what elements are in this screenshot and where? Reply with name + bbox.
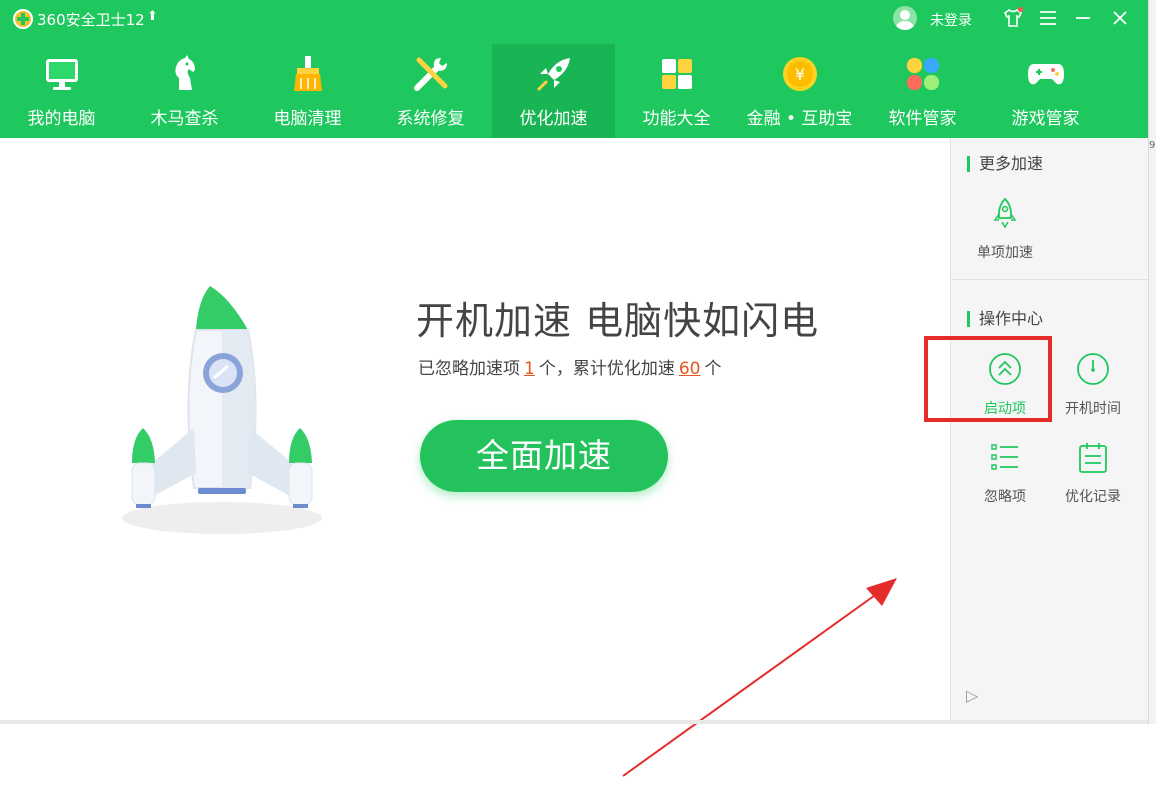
monitor-icon xyxy=(46,59,78,90)
rocket-illustration xyxy=(122,286,322,534)
nav-label: 金融 • 互助宝 xyxy=(746,109,853,129)
svg-text:¥: ¥ xyxy=(795,65,805,84)
boot-time-tool[interactable]: 开机时间 xyxy=(1053,352,1133,418)
bottom-edge xyxy=(0,720,1148,724)
edge-number: 9 xyxy=(1149,140,1156,151)
optimize-log-tool[interactable]: 优化记录 xyxy=(1053,440,1133,506)
app-logo-icon xyxy=(13,9,33,29)
horse-icon xyxy=(175,55,195,90)
rocket-outline-icon xyxy=(993,197,1017,229)
nav-cleanup[interactable]: 电脑清理 xyxy=(246,44,369,138)
minimize-icon[interactable] xyxy=(1068,4,1098,32)
ignored-count-link[interactable]: 1 xyxy=(520,359,539,379)
full-speedup-button[interactable]: 全面加速 xyxy=(420,420,668,492)
optimized-count-link[interactable]: 60 xyxy=(675,359,705,379)
wrench-icon xyxy=(414,57,448,91)
collapse-panel-icon[interactable]: ▷ xyxy=(966,686,978,705)
summary-middle: 个，累计优化加速 xyxy=(538,359,675,379)
nav-label: 优化加速 xyxy=(519,109,588,129)
nav-game-manager[interactable]: 游戏管家 xyxy=(984,44,1107,138)
nav-label: 游戏管家 xyxy=(1011,109,1080,129)
nav-label: 软件管家 xyxy=(888,109,957,129)
menu-icon[interactable] xyxy=(1033,4,1063,32)
nav-label: 系统修复 xyxy=(396,109,465,129)
app-title: 360安全卫士12 xyxy=(37,11,145,29)
grid-icon xyxy=(662,59,692,89)
more-speedup-title: 更多加速 xyxy=(967,156,1043,172)
tool-label: 忽略项 xyxy=(984,489,1026,505)
summary-prefix: 已忽略加速项 xyxy=(418,359,520,379)
title-bar: 360安全卫士12 ⬆ 未登录 xyxy=(0,0,1148,36)
summary-suffix: 个 xyxy=(704,359,722,379)
right-panel: 更多加速 单项加速 操作中心 启动项 开机时间 忽略项 优化记录 ▷ xyxy=(924,138,1149,720)
gamepad-icon xyxy=(1028,64,1064,85)
nav-trojan-scan[interactable]: 木马查杀 xyxy=(123,44,246,138)
login-status[interactable]: 未登录 xyxy=(930,10,972,30)
shirt-icon[interactable] xyxy=(998,4,1028,32)
nav-software-manager[interactable]: 软件管家 xyxy=(861,44,984,138)
calendar-icon xyxy=(1079,443,1107,473)
nav-my-computer[interactable]: 我的电脑 xyxy=(0,44,123,138)
nav-label: 木马查杀 xyxy=(150,109,219,129)
nav-optimize-speedup[interactable]: 优化加速 xyxy=(492,44,615,138)
flower-icon xyxy=(907,58,939,90)
coin-icon: ¥ xyxy=(783,57,817,91)
panel-divider xyxy=(951,279,1149,280)
nav-label: 电脑清理 xyxy=(273,109,342,129)
nav-system-repair[interactable]: 系统修复 xyxy=(369,44,492,138)
tool-label: 单项加速 xyxy=(977,245,1033,261)
clock-icon xyxy=(1077,353,1109,385)
single-speedup-tool[interactable]: 单项加速 xyxy=(965,196,1045,262)
speedup-summary: 已忽略加速项 1 个，累计优化加速 60 个 xyxy=(418,354,721,379)
avatar[interactable] xyxy=(893,6,917,30)
tool-label: 优化记录 xyxy=(1065,489,1121,505)
nav-all-features[interactable]: 功能大全 xyxy=(615,44,738,138)
notification-dot xyxy=(1018,7,1023,12)
double-chevron-up-icon xyxy=(989,353,1021,385)
main-nav: 我的电脑 木马查杀 电脑清理 系统修复 优化加速 功能大全 ¥ 金融 • 互助宝… xyxy=(0,44,1148,138)
tool-label: 启动项 xyxy=(984,401,1026,417)
nav-label: 我的电脑 xyxy=(27,109,96,129)
header: 360安全卫士12 ⬆ 未登录 我的电脑 木马查杀 电脑清理 系统修复 优化加速… xyxy=(0,0,1148,138)
app-window: 360安全卫士12 ⬆ 未登录 我的电脑 木马查杀 电脑清理 系统修复 优化加速… xyxy=(0,0,1149,777)
nav-label: 功能大全 xyxy=(642,109,711,129)
broom-icon xyxy=(294,56,322,91)
page-headline: 开机加速 电脑快如闪电 xyxy=(416,299,820,343)
close-icon[interactable] xyxy=(1105,4,1135,32)
annotation-arrow xyxy=(622,578,897,777)
rocket-icon xyxy=(537,58,570,91)
list-icon xyxy=(991,444,1018,470)
background-window-edge: 9 xyxy=(1148,0,1156,724)
arrow-up-icon[interactable]: ⬆ xyxy=(147,9,158,24)
ops-center-title: 操作中心 xyxy=(967,311,1043,327)
tool-label: 开机时间 xyxy=(1065,401,1121,417)
nav-finance[interactable]: ¥ 金融 • 互助宝 xyxy=(738,44,861,138)
main-content: 开机加速 电脑快如闪电 已忽略加速项 1 个，累计优化加速 60 个 全面加速 xyxy=(0,138,950,777)
ignored-items-tool[interactable]: 忽略项 xyxy=(965,440,1045,506)
startup-items-tool[interactable]: 启动项 xyxy=(965,352,1045,418)
